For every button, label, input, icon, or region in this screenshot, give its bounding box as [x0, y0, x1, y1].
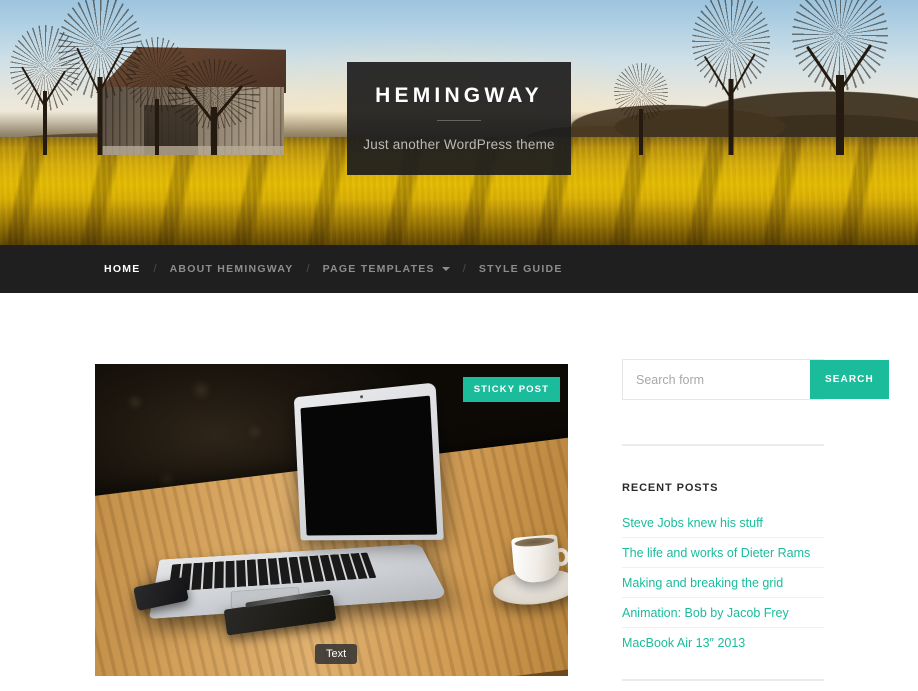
coffee-cup: [511, 534, 561, 584]
widget-divider: [622, 679, 824, 681]
recent-post-link[interactable]: Steve Jobs knew his stuff: [622, 508, 824, 537]
chevron-down-icon[interactable]: [441, 267, 450, 271]
nav-item-page-templates[interactable]: PAGE TEMPLATES: [323, 263, 450, 275]
page-content: STICKY POST Text SEARCH RECENT POSTS Ste…: [0, 293, 918, 691]
recent-post-link[interactable]: The life and works of Dieter Rams: [622, 538, 824, 567]
tree-trunk: [639, 109, 643, 155]
nav-separator: /: [462, 263, 466, 275]
bare-tree: [692, 0, 770, 155]
search-input[interactable]: [623, 360, 810, 399]
widget-divider: [622, 444, 824, 446]
tree-trunk: [155, 99, 159, 155]
primary-navigation: HOME / ABOUT HEMINGWAY / PAGE TEMPLATES …: [0, 245, 918, 293]
list-item: The life and works of Dieter Rams: [622, 538, 824, 568]
nav-item-label: PAGE TEMPLATES: [322, 263, 435, 275]
nav-item-home[interactable]: HOME: [104, 263, 141, 275]
field-foreground-shade: [0, 199, 918, 245]
nav-item-label: STYLE GUIDE: [478, 263, 563, 275]
list-item: Making and breaking the grid: [622, 568, 824, 598]
nav-item-label: HOME: [104, 263, 141, 275]
nav-item-style-guide[interactable]: STYLE GUIDE: [479, 263, 563, 275]
featured-post: STICKY POST Text: [95, 364, 568, 676]
laptop-screen: [293, 382, 444, 541]
title-divider: [437, 120, 481, 121]
recent-post-link[interactable]: Animation: Bob by Jacob Frey: [622, 598, 824, 627]
status-badge-sticky-post[interactable]: STICKY POST: [462, 377, 560, 402]
search-button[interactable]: SEARCH: [810, 360, 889, 399]
list-item: Animation: Bob by Jacob Frey: [622, 598, 824, 628]
site-hero-header: HEMINGWAY Just another WordPress theme: [0, 0, 918, 245]
bare-tree: [614, 63, 668, 155]
list-item: MacBook Air 13″ 2013: [622, 628, 824, 657]
sidebar: SEARCH RECENT POSTS Steve Jobs knew his …: [622, 359, 889, 691]
bare-tree: [168, 59, 260, 155]
site-description: Just another WordPress theme: [363, 137, 555, 152]
tree-canopy: [692, 0, 770, 91]
nav-item-about-hemingway[interactable]: ABOUT HEMINGWAY: [170, 263, 294, 275]
nav-items-container: HOME / ABOUT HEMINGWAY / PAGE TEMPLATES …: [0, 263, 563, 275]
list-item: Steve Jobs knew his stuff: [622, 508, 824, 538]
bare-tree: [792, 0, 888, 155]
post-format-badge[interactable]: Text: [315, 644, 358, 664]
laptop-camera: [360, 395, 364, 399]
nav-item-label: ABOUT HEMINGWAY: [169, 263, 294, 275]
post-featured-image[interactable]: STICKY POST Text: [95, 364, 568, 676]
nav-separator: /: [306, 263, 310, 275]
search-form: SEARCH: [622, 359, 889, 400]
nav-separator: /: [153, 263, 157, 275]
site-branding: HEMINGWAY Just another WordPress theme: [347, 62, 571, 175]
widget-title-recent-posts: RECENT POSTS: [622, 482, 719, 494]
recent-post-link[interactable]: MacBook Air 13″ 2013: [622, 628, 824, 657]
recent-posts-list: Steve Jobs knew his stuff The life and w…: [622, 508, 824, 657]
recent-post-link[interactable]: Making and breaking the grid: [622, 568, 824, 597]
laptop-keyboard: [168, 552, 377, 592]
site-title: HEMINGWAY: [375, 84, 543, 107]
